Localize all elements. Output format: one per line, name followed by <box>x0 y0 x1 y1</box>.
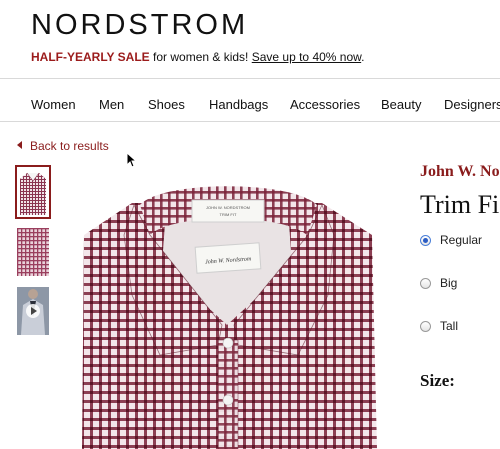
thumbnail-video[interactable] <box>17 287 49 335</box>
radio-icon[interactable] <box>420 320 431 332</box>
header-divider <box>0 78 500 79</box>
radio-icon[interactable] <box>420 234 431 246</box>
product-title: Trim Fi <box>420 190 500 219</box>
fit-option-big[interactable]: Big <box>420 276 457 290</box>
thumbnail-shirt-folded[interactable] <box>15 165 51 219</box>
collar-label-line2: TRIM FIT <box>220 212 237 217</box>
mouse-cursor-icon <box>126 152 136 168</box>
nav-item-designers[interactable]: Designers <box>444 97 500 112</box>
collar-label-line1: JOHN W. NORDSTROM <box>206 205 250 210</box>
back-to-results-link[interactable]: Back to results <box>17 139 109 153</box>
fit-option-regular[interactable]: Regular <box>420 233 482 247</box>
radio-icon[interactable] <box>420 277 431 289</box>
promo-save-link[interactable]: Save up to 40% now <box>252 50 361 64</box>
main-product-image: JOHN W. NORDSTROM TRIM FIT John W. Nords… <box>82 186 377 449</box>
thumbnail-fabric-detail[interactable] <box>17 228 49 276</box>
promo-end: . <box>361 50 365 64</box>
fit-option-label: Tall <box>440 319 459 333</box>
nordstrom-logo[interactable]: NORDSTROM <box>31 9 248 42</box>
promo-text: for women & kids! <box>149 50 252 64</box>
nav-item-beauty[interactable]: Beauty <box>381 97 421 112</box>
promo-banner: HALF-YEARLY SALE for women & kids! Save … <box>31 50 365 64</box>
nav-item-men[interactable]: Men <box>99 97 124 112</box>
nav-item-accessories[interactable]: Accessories <box>290 97 360 112</box>
back-link-label: Back to results <box>30 139 109 153</box>
promo-sale-text: HALF-YEARLY SALE <box>31 50 150 64</box>
nav-item-handbags[interactable]: Handbags <box>209 97 268 112</box>
thumbnail-fabric-image <box>17 228 49 276</box>
play-icon <box>26 304 40 318</box>
nav-divider <box>0 121 500 122</box>
fit-option-label: Regular <box>440 233 483 247</box>
back-arrow-icon <box>17 141 22 149</box>
nav-item-women[interactable]: Women <box>31 97 76 112</box>
thumbnail-shirt-image <box>17 167 49 217</box>
size-label: Size: <box>420 371 455 390</box>
fit-option-label: Big <box>440 276 458 290</box>
product-brand[interactable]: John W. No <box>420 163 500 181</box>
fit-option-tall[interactable]: Tall <box>420 319 458 333</box>
nav-item-shoes[interactable]: Shoes <box>148 97 185 112</box>
